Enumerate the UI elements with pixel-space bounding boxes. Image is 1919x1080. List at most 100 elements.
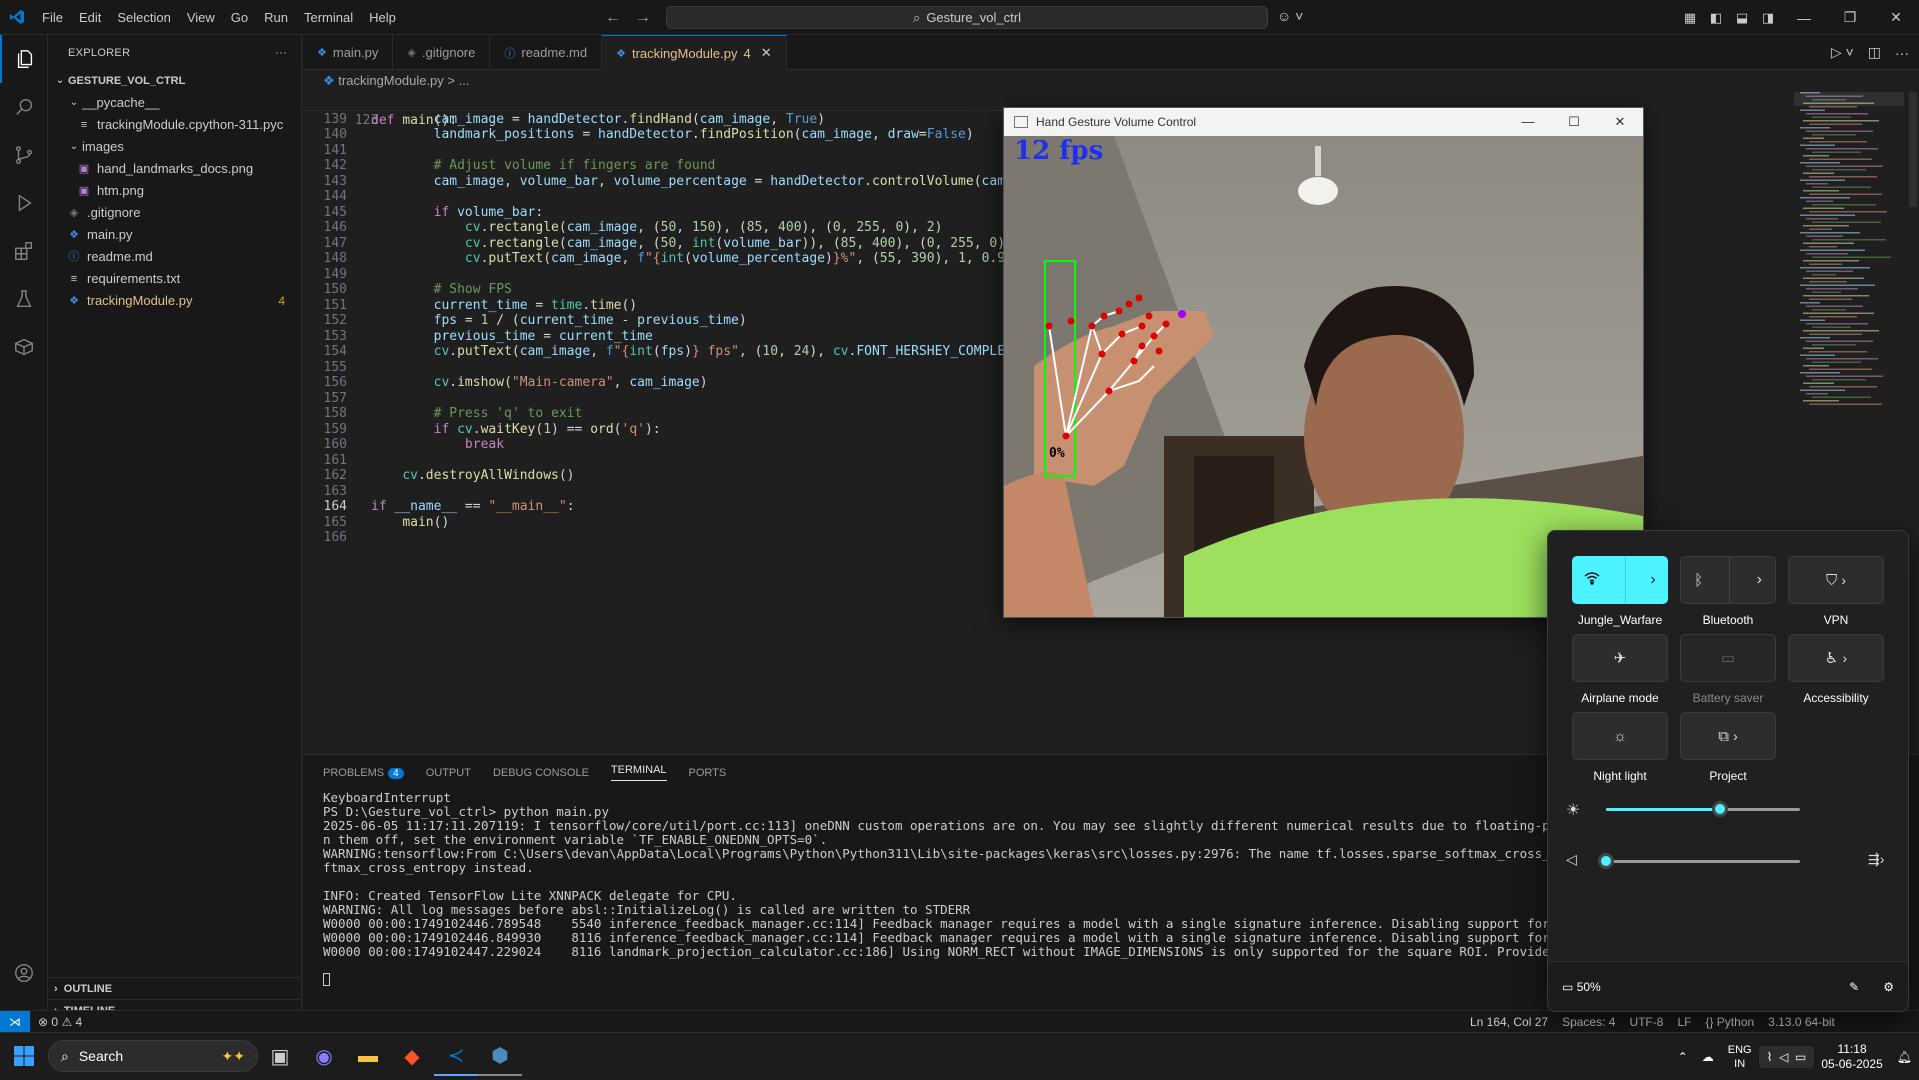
tab-readme[interactable]: ⓘ readme.md (490, 35, 603, 70)
volume-slider-thumb[interactable] (1598, 853, 1614, 869)
task-view-icon[interactable]: ▣ (258, 1036, 302, 1076)
command-center-search[interactable]: ⌕ Gesture_vol_ctrl (666, 6, 1268, 29)
problems-status[interactable]: ⊗ 0 ⚠ 4 (30, 1015, 90, 1029)
menu-edit[interactable]: Edit (71, 0, 109, 35)
menu-help[interactable]: Help (361, 0, 404, 35)
code-line[interactable]: 144 (303, 189, 347, 205)
python-app-icon[interactable]: ⬢ (478, 1036, 522, 1076)
minimize-button[interactable]: — (1505, 114, 1551, 130)
code-line[interactable]: 154 cv.putText(cam_image, f"{int(fps)} f… (303, 344, 1013, 360)
tree-item[interactable]: ▣ hand_landmarks_docs.png (48, 158, 301, 180)
outline-section[interactable]: › OUTLINE (48, 977, 302, 999)
copilot-app-icon[interactable]: ◉ (302, 1036, 346, 1076)
file-explorer-icon[interactable]: ▬ (346, 1036, 390, 1076)
network-volume-battery-group[interactable]: ⌇ ◁ ▭ (1758, 1045, 1815, 1068)
chevron-right-icon[interactable]: › (1650, 571, 1655, 589)
code-line[interactable]: 166 (303, 530, 347, 546)
clock[interactable]: 11:18 05-06-2025 (1814, 1042, 1889, 1072)
tab-trackingmodule[interactable]: ❖ trackingModule.py 4 ✕ (602, 35, 787, 70)
airplane-mode-tile[interactable]: ✈ (1572, 634, 1668, 682)
brave-browser-icon[interactable]: ◆ (390, 1036, 434, 1076)
code-line[interactable]: 143 cam_image, volume_bar, volume_percen… (303, 174, 1013, 190)
wifi-tile[interactable]: › (1572, 556, 1668, 604)
bluetooth-tile[interactable]: ᛒ › (1680, 556, 1776, 604)
night-light-tile[interactable]: ☼ (1572, 712, 1668, 760)
chevron-up-icon[interactable]: ⌃ (1671, 1050, 1695, 1064)
run-debug-icon[interactable] (0, 179, 48, 227)
menu-terminal[interactable]: Terminal (296, 0, 361, 35)
close-button[interactable]: ✕ (1873, 9, 1919, 26)
interpreter[interactable]: 3.13.0 64-bit (1768, 1015, 1835, 1029)
code-line[interactable]: 157 (303, 391, 347, 407)
audio-output-icon[interactable]: ⇶› (1868, 851, 1884, 868)
code-line[interactable]: 156 cv.imshow("Main-camera", cam_image) (303, 375, 708, 391)
tab-output[interactable]: OUTPUT (426, 767, 471, 779)
code-line[interactable]: 155 (303, 360, 347, 376)
search-icon[interactable] (0, 83, 48, 131)
code-line[interactable]: 158 # Press 'q' to exit (303, 406, 583, 422)
notification-bell-icon[interactable]: 🔔︎ (1890, 1050, 1919, 1064)
source-control-icon[interactable] (0, 131, 48, 179)
settings-gear-icon[interactable]: ⚙ (1883, 980, 1894, 994)
tree-item[interactable]: ≡ trackingModule.cpython-311.pyc (48, 114, 301, 136)
menu-go[interactable]: Go (223, 0, 256, 35)
tree-item[interactable]: ≡ requirements.txt (48, 268, 301, 290)
explorer-icon[interactable] (0, 35, 48, 83)
tab-terminal[interactable]: TERMINAL (610, 764, 667, 781)
more-actions-icon[interactable]: ··· (1895, 45, 1909, 61)
code-line[interactable]: 162 cv.destroyAllWindows() (303, 468, 575, 484)
back-arrow-icon[interactable]: ← (605, 9, 621, 27)
testing-icon[interactable] (0, 275, 48, 323)
code-line[interactable]: 148 cv.putText(cam_image, f"{int(volume_… (303, 251, 1013, 267)
code-line[interactable]: 159 if cv.waitKey(1) == ord('q'): (303, 422, 661, 438)
menu-file[interactable]: File (34, 0, 71, 35)
code-line[interactable]: 150 # Show FPS (303, 282, 512, 298)
containers-icon[interactable] (0, 323, 48, 371)
remote-indicator-icon[interactable]: ⋊ (0, 1010, 30, 1033)
code-line[interactable]: 145 if volume_bar: (303, 205, 544, 221)
code-line[interactable]: 152 fps = 1 / (current_time - previous_t… (303, 313, 747, 329)
restore-button[interactable]: ❐ (1827, 9, 1873, 26)
code-line[interactable]: 165 main() (303, 515, 450, 531)
indentation[interactable]: Spaces: 4 (1562, 1015, 1615, 1029)
cursor-position[interactable]: Ln 164, Col 27 (1470, 1015, 1548, 1029)
workspace-root[interactable]: ⌄ GESTURE_VOL_CTRL (48, 70, 301, 92)
code-line[interactable]: 161 (303, 453, 347, 469)
code-line[interactable]: 160 break (303, 437, 505, 453)
forward-arrow-icon[interactable]: → (635, 9, 651, 27)
brightness-slider-thumb[interactable] (1712, 801, 1729, 817)
taskbar-search[interactable]: ⌕ Search ✦✦ (48, 1040, 258, 1072)
terminal-output[interactable]: KeyboardInterrupt PS D:\Gesture_vol_ctrl>… (323, 791, 1563, 986)
language-indicator[interactable]: ENG IN (1721, 1043, 1759, 1071)
hand-window-titlebar[interactable]: Hand Gesture Volume Control — ☐ ✕ (1004, 108, 1643, 136)
onedrive-cloud-icon[interactable]: ☁ (1695, 1050, 1721, 1064)
tab-problems[interactable]: PROBLEMS 4 (323, 767, 404, 779)
minimap[interactable] (1794, 92, 1904, 422)
extensions-icon[interactable] (0, 227, 48, 275)
volume-slider-track[interactable] (1606, 860, 1800, 863)
code-line[interactable]: 151 current_time = time.time() (303, 298, 638, 314)
minimize-button[interactable]: — (1781, 10, 1827, 26)
tree-item[interactable]: ⌄ __pycache__ (48, 92, 301, 114)
accounts-icon[interactable] (0, 949, 48, 997)
code-line[interactable]: 164 if __name__ == "__main__": (303, 499, 575, 515)
project-tile[interactable]: ⧉ › (1680, 712, 1776, 760)
sticky-scroll-line[interactable]: 123 def main(): (303, 92, 1003, 128)
run-python-file-icon[interactable]: ▷ ˅ (1831, 44, 1854, 61)
start-button[interactable] (0, 1045, 48, 1067)
tab-ports[interactable]: PORTS (689, 767, 727, 779)
battery-saver-tile[interactable]: ▭ (1680, 634, 1776, 682)
menu-view[interactable]: View (179, 0, 223, 35)
maximize-button[interactable]: ☐ (1551, 114, 1597, 130)
more-actions-icon[interactable]: ··· (275, 47, 287, 59)
language-mode[interactable]: {} Python (1705, 1015, 1754, 1029)
code-line[interactable]: 146 cv.rectangle(cam_image, (50, 150), (… (303, 220, 943, 236)
end-of-line[interactable]: LF (1677, 1015, 1691, 1029)
encoding[interactable]: UTF-8 (1629, 1015, 1663, 1029)
accessibility-tile[interactable]: ♿ › (1788, 634, 1884, 682)
tree-item[interactable]: ❖ trackingModule.py 4 (48, 290, 301, 312)
close-icon[interactable]: ✕ (761, 45, 772, 61)
toggle-sidebar-icon[interactable]: ◧ (1703, 10, 1729, 26)
tree-item[interactable]: ❖ main.py (48, 224, 301, 246)
breadcrumb[interactable]: ❖ trackingModule.py > ... (303, 70, 469, 92)
